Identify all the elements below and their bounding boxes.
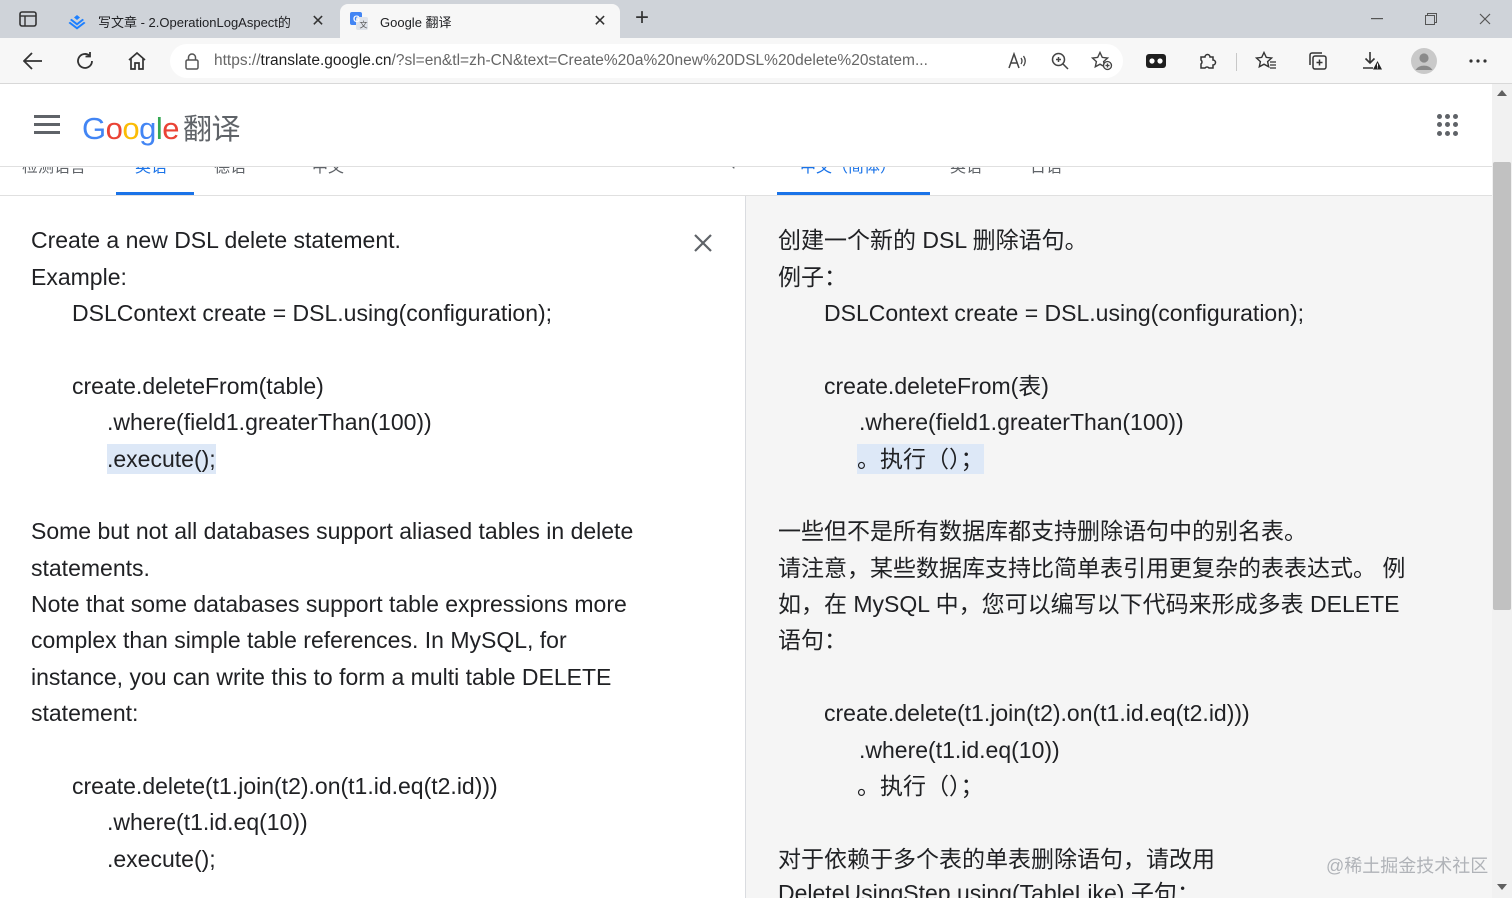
translation-line: .where(t1.id.eq(10))	[859, 737, 1060, 763]
source-line[interactable]: instance, you can write this to form a m…	[31, 662, 611, 692]
browser-toolbar: https://translate.google.cn/?sl=en&tl=zh…	[0, 38, 1512, 84]
tab-title: Google 翻译	[380, 14, 452, 30]
logo-letter: o	[122, 111, 140, 146]
source-line[interactable]: statements.	[31, 553, 150, 583]
lang-tab-chinese-simplified-target[interactable]: 中文（简体）	[800, 167, 896, 177]
juejin-watermark: @稀土掘金技术社区	[1326, 856, 1489, 876]
favorites-icon[interactable]	[1249, 44, 1283, 78]
translation-line: 如，在 MySQL 中，您可以编写以下代码来形成多表 DELETE	[778, 591, 1400, 617]
url-path: /?sl=en&tl=zh-CN&text=Create%20a%20new%2…	[391, 52, 928, 69]
main-menu-icon[interactable]	[34, 115, 60, 135]
profile-avatar-icon[interactable]	[1407, 44, 1441, 78]
language-selector-bar: 检测语言 英语 德语 中文 ⇄ 中文（简体） 英语 日语	[0, 167, 1492, 196]
google-translate-header: Google 翻译	[0, 84, 1492, 167]
source-line[interactable]: DSLContext create = DSL.using(configurat…	[72, 298, 552, 328]
lang-tab-english-target[interactable]: 英语	[950, 167, 982, 177]
scrollbar-thumb[interactable]	[1493, 162, 1511, 610]
minimize-icon[interactable]	[1350, 0, 1404, 38]
source-line[interactable]: complex than simple table references. In…	[31, 625, 567, 655]
close-window-icon[interactable]	[1458, 0, 1512, 38]
tab-actions-icon[interactable]	[8, 6, 48, 32]
translation-line: .where(field1.greaterThan(100))	[859, 409, 1184, 435]
svg-text:文: 文	[360, 20, 368, 30]
translation-line: 创建一个新的 DSL 删除语句。	[778, 227, 1088, 253]
translation-line-highlighted: 。执行（）；	[857, 444, 984, 474]
url-scheme: https://	[214, 52, 261, 69]
zoom-icon[interactable]	[1039, 52, 1081, 70]
lang-tab-german[interactable]: 德语	[214, 167, 246, 177]
lang-tab-detect[interactable]: 检测语言	[22, 167, 86, 177]
selected-target-underline	[777, 192, 930, 195]
downloads-icon[interactable]	[1355, 44, 1389, 78]
extension-icon[interactable]	[1139, 44, 1173, 78]
logo-letter: g	[139, 111, 156, 146]
url-host: translate.google.cn	[260, 52, 392, 69]
source-line[interactable]: .execute();	[107, 844, 216, 874]
collections-icon[interactable]	[1301, 44, 1335, 78]
browser-tab-google-translate[interactable]: G文 Google 翻译 ✕	[340, 4, 620, 38]
translation-line: create.delete(t1.join(t2).on(t1.id.eq(t2…	[824, 700, 1250, 726]
source-line[interactable]: create.delete(t1.join(t2).on(t1.id.eq(t2…	[72, 771, 498, 801]
tab-title: 写文章 - 2.OperationLogAspect的	[98, 14, 291, 30]
translation-line: 例子：	[778, 264, 847, 290]
source-line[interactable]: Some but not all databases support alias…	[31, 516, 633, 546]
google-apps-icon[interactable]	[1437, 114, 1459, 136]
swap-languages-icon[interactable]: ⇄	[730, 167, 743, 173]
add-favorite-icon[interactable]	[1081, 51, 1123, 71]
clear-source-icon[interactable]	[692, 232, 714, 254]
url-text[interactable]: https://translate.google.cn/?sl=en&tl=zh…	[214, 52, 997, 70]
new-tab-button[interactable]: +	[626, 6, 658, 32]
more-options-icon[interactable]	[1461, 44, 1495, 78]
translation-line: 语句：	[778, 627, 847, 653]
address-bar[interactable]: https://translate.google.cn/?sl=en&tl=zh…	[170, 44, 1123, 78]
lang-tab-chinese[interactable]: 中文	[312, 167, 344, 177]
browser-tab-juejin[interactable]: 写文章 - 2.OperationLogAspect的 ✕	[58, 4, 338, 38]
source-line[interactable]: statement:	[31, 698, 138, 728]
browser-tab-strip: 写文章 - 2.OperationLogAspect的 ✕ G文 Google …	[0, 0, 1512, 38]
tab-close-icon[interactable]: ✕	[308, 11, 328, 31]
lang-tab-japanese[interactable]: 日语	[1030, 167, 1062, 177]
tab-close-icon[interactable]: ✕	[590, 11, 610, 31]
translation-line: 一些但不是所有数据库都支持删除语句中的别名表。	[778, 518, 1307, 544]
logo-letter: G	[82, 111, 106, 146]
logo-letter: o	[105, 111, 123, 146]
extensions-puzzle-icon[interactable]	[1191, 44, 1225, 78]
source-line[interactable]: Example:	[31, 262, 127, 292]
translation-line: DeleteUsingStep.using(TableLike) 子句：	[778, 880, 1200, 898]
google-translate-favicon-icon: G文	[350, 12, 368, 30]
selected-source-underline	[116, 192, 194, 195]
source-line[interactable]: .where(field1.greaterThan(100))	[107, 407, 432, 437]
lang-tab-english-source[interactable]: 英语	[135, 167, 167, 177]
translation-line: 。执行（）；	[857, 773, 984, 799]
scroll-up-arrow-icon[interactable]	[1497, 90, 1507, 96]
translation-line: DSLContext create = DSL.using(configurat…	[824, 300, 1305, 326]
source-line-highlighted[interactable]: .execute();	[107, 444, 216, 474]
source-line[interactable]: .where(t1.id.eq(10))	[107, 807, 308, 837]
read-aloud-icon[interactable]	[997, 52, 1039, 70]
scroll-down-arrow-icon[interactable]	[1497, 884, 1507, 890]
translation-line: create.deleteFrom(表)	[824, 373, 1049, 399]
juejin-favicon-icon	[68, 12, 86, 30]
source-line[interactable]: Note that some databases support table e…	[31, 589, 627, 619]
logo-letter: e	[162, 111, 180, 146]
lock-icon[interactable]	[170, 52, 214, 70]
source-line[interactable]: create.deleteFrom(table)	[72, 371, 324, 401]
source-line[interactable]: Create a new DSL delete statement.	[31, 225, 401, 255]
translation-line: 对于依赖于多个表的单表删除语句，请改用	[778, 846, 1215, 872]
toolbar-divider	[1236, 53, 1237, 71]
translation-line: 请注意，某些数据库支持比简单表引用更复杂的表表达式。 例	[778, 555, 1406, 581]
google-translate-logo[interactable]: Google 翻译	[82, 106, 241, 148]
refresh-icon[interactable]	[68, 44, 102, 78]
home-icon[interactable]	[120, 44, 154, 78]
back-icon[interactable]	[16, 44, 50, 78]
product-name: 翻译	[183, 114, 241, 146]
restore-icon[interactable]	[1404, 0, 1458, 38]
